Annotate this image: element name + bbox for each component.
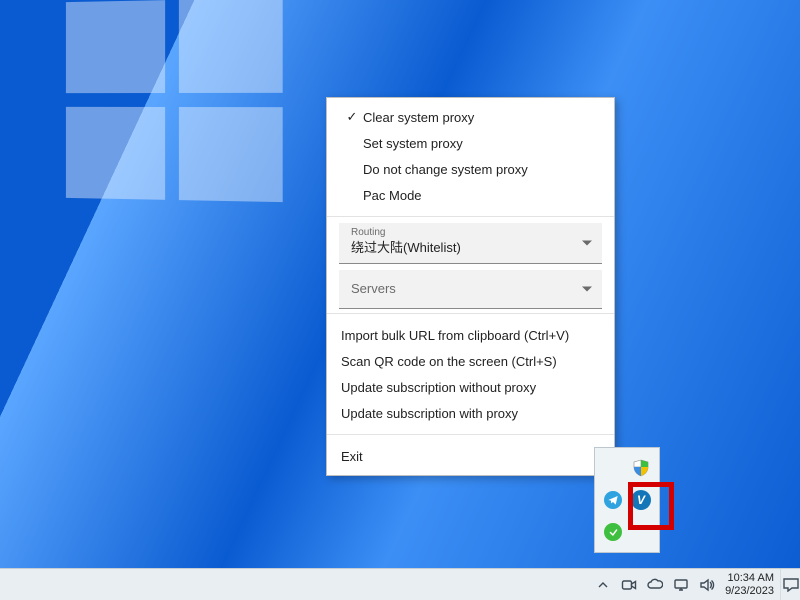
menu-item-label: Exit bbox=[341, 449, 598, 464]
menu-item-label: Import bulk URL from clipboard (Ctrl+V) bbox=[341, 328, 598, 343]
menu-item-clear-proxy[interactable]: ✓ Clear system proxy bbox=[327, 104, 614, 130]
dropdown-value: Servers bbox=[351, 280, 574, 298]
taskbar-clock[interactable]: 10:34 AM 9/23/2023 bbox=[719, 572, 780, 598]
action-center-button[interactable] bbox=[780, 569, 800, 600]
menu-item-label: Do not change system proxy bbox=[363, 162, 598, 177]
menu-item-label: Update subscription without proxy bbox=[341, 380, 598, 395]
menu-item-label: Update subscription with proxy bbox=[341, 406, 598, 421]
volume-icon[interactable] bbox=[699, 577, 715, 593]
servers-dropdown[interactable]: Servers bbox=[339, 270, 602, 309]
tray-icon-telegram[interactable] bbox=[602, 489, 624, 511]
tray-icon-status-ok[interactable] bbox=[602, 521, 624, 543]
menu-separator bbox=[327, 434, 614, 435]
menu-separator bbox=[327, 313, 614, 314]
routing-dropdown[interactable]: Routing 绕过大陆(Whitelist) bbox=[339, 223, 602, 264]
menu-item-label: Scan QR code on the screen (Ctrl+S) bbox=[341, 354, 598, 369]
menu-item-import-url[interactable]: Import bulk URL from clipboard (Ctrl+V) bbox=[327, 322, 614, 348]
menu-item-update-sub-no-proxy[interactable]: Update subscription without proxy bbox=[327, 374, 614, 400]
telegram-icon bbox=[604, 491, 622, 509]
tray-context-menu: ✓ Clear system proxy Set system proxy Do… bbox=[326, 97, 615, 476]
shield-icon bbox=[633, 459, 649, 477]
tray-overflow-chevron[interactable] bbox=[595, 577, 611, 593]
tray-icon-v2rayn[interactable]: V bbox=[630, 489, 652, 511]
menu-item-no-change-proxy[interactable]: Do not change system proxy bbox=[327, 156, 614, 182]
system-tray bbox=[591, 569, 719, 600]
menu-item-label: Pac Mode bbox=[363, 188, 598, 203]
tray-icon-windows-security[interactable] bbox=[630, 457, 652, 479]
dropdown-hint: Routing bbox=[351, 227, 574, 239]
menu-item-scan-qr[interactable]: Scan QR code on the screen (Ctrl+S) bbox=[327, 348, 614, 374]
menu-item-exit[interactable]: Exit bbox=[327, 443, 614, 469]
chevron-down-icon bbox=[582, 241, 592, 246]
menu-separator bbox=[327, 216, 614, 217]
clock-time: 10:34 AM bbox=[725, 572, 774, 585]
tray-overflow-panel: V bbox=[594, 447, 660, 553]
menu-item-label: Set system proxy bbox=[363, 136, 598, 151]
menu-item-update-sub-proxy[interactable]: Update subscription with proxy bbox=[327, 400, 614, 426]
menu-item-set-proxy[interactable]: Set system proxy bbox=[327, 130, 614, 156]
menu-item-pac-mode[interactable]: Pac Mode bbox=[327, 182, 614, 208]
dropdown-value: 绕过大陆(Whitelist) bbox=[351, 239, 574, 257]
windows-logo bbox=[66, 0, 283, 202]
menu-item-label: Clear system proxy bbox=[363, 110, 598, 125]
chevron-down-icon bbox=[582, 287, 592, 292]
network-icon[interactable] bbox=[673, 577, 689, 593]
check-circle-icon bbox=[604, 523, 622, 541]
notification-icon bbox=[783, 578, 799, 592]
meet-now-icon[interactable] bbox=[621, 577, 637, 593]
onedrive-icon[interactable] bbox=[647, 577, 663, 593]
taskbar: 10:34 AM 9/23/2023 bbox=[0, 568, 800, 600]
v2ray-icon: V bbox=[631, 490, 651, 510]
check-icon: ✓ bbox=[341, 109, 363, 125]
clock-date: 9/23/2023 bbox=[725, 585, 774, 598]
